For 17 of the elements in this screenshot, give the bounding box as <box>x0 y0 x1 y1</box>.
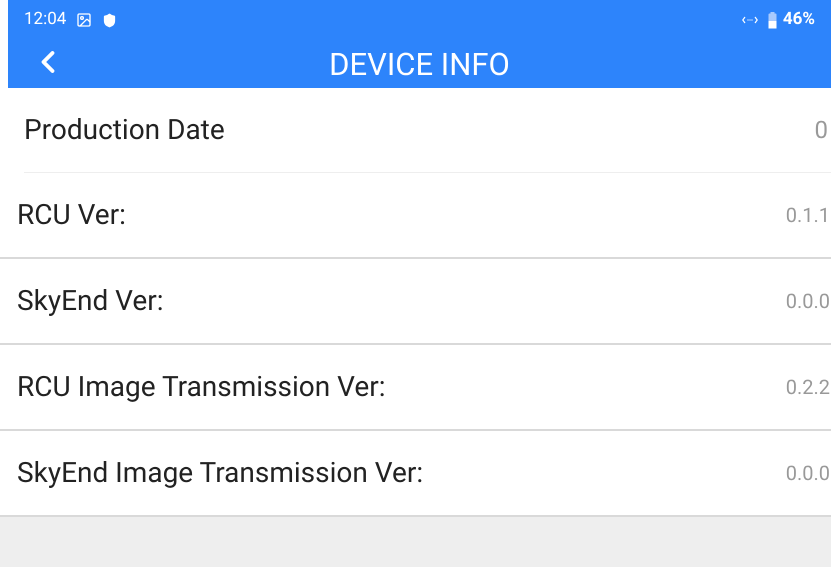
row-label: RCU Ver: <box>17 197 126 233</box>
row-value: 0 <box>814 115 828 146</box>
row-value: 0.1.1 <box>786 202 830 229</box>
row-label: Production Date <box>24 112 225 148</box>
image-icon <box>76 12 92 28</box>
data-arrows-icon <box>742 16 758 24</box>
row-label: SkyEnd Ver: <box>17 283 164 319</box>
battery-icon <box>768 12 777 28</box>
row-value: 0.0.0 <box>786 460 830 487</box>
row-value: 0.0.0 <box>786 288 830 315</box>
battery-percent: 46% <box>782 8 815 32</box>
row-label: RCU Image Transmission Ver: <box>17 369 386 405</box>
screen-title: DEVICE INFO <box>329 48 510 80</box>
status-time: 12:04 <box>24 8 66 32</box>
shield-icon <box>102 12 118 28</box>
row-value: 0.2.2 <box>786 374 830 401</box>
row-label: SkyEnd Image Transmission Ver: <box>17 455 424 491</box>
